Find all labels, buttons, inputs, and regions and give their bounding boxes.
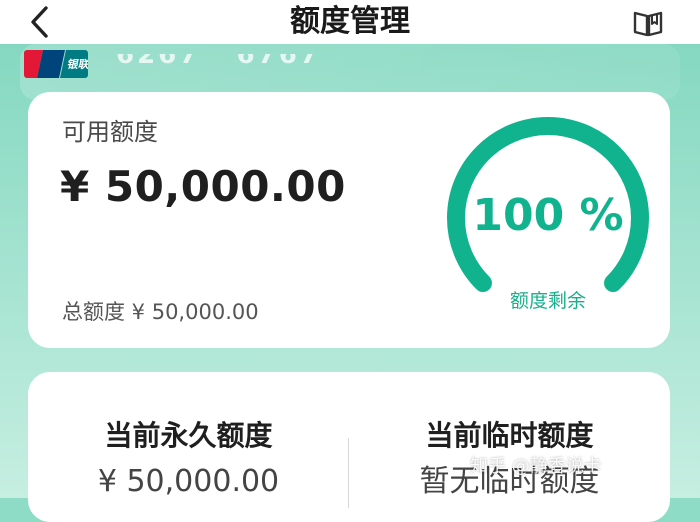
limits-card: 当前永久额度 ¥ 50,000.00 当前临时额度 暂无临时额度 [28, 372, 670, 522]
remaining-caption: 额度剩余 [509, 290, 586, 312]
guide-button[interactable] [632, 6, 664, 38]
chevron-left-icon [31, 6, 48, 38]
available-credit-label: 可用额度 [62, 118, 158, 146]
page-title: 额度管理 [290, 4, 410, 39]
permanent-limit-value: ¥ 50,000.00 [97, 464, 280, 499]
total-credit-line: 总额度 ¥ 50,000.00 [62, 300, 259, 324]
remaining-percent: 100 % [472, 190, 624, 241]
permanent-limit-title: 当前永久额度 [104, 419, 273, 452]
back-button[interactable] [22, 4, 62, 40]
temporary-limit-title: 当前临时额度 [425, 419, 594, 452]
watermark: 知乎 @静香说卡 [470, 456, 602, 477]
available-credit-amount: ¥ 50,000.00 [60, 162, 346, 211]
permanent-limit-column: 当前永久额度 ¥ 50,000.00 [28, 416, 349, 504]
credit-summary-card: 可用额度 ¥ 50,000.00 总额度 ¥ 50,000.00 100 % 额… [28, 92, 670, 348]
book-icon [633, 11, 663, 37]
unionpay-logo: 银联 [24, 50, 88, 78]
navigation-bar: 额度管理 [0, 0, 700, 44]
